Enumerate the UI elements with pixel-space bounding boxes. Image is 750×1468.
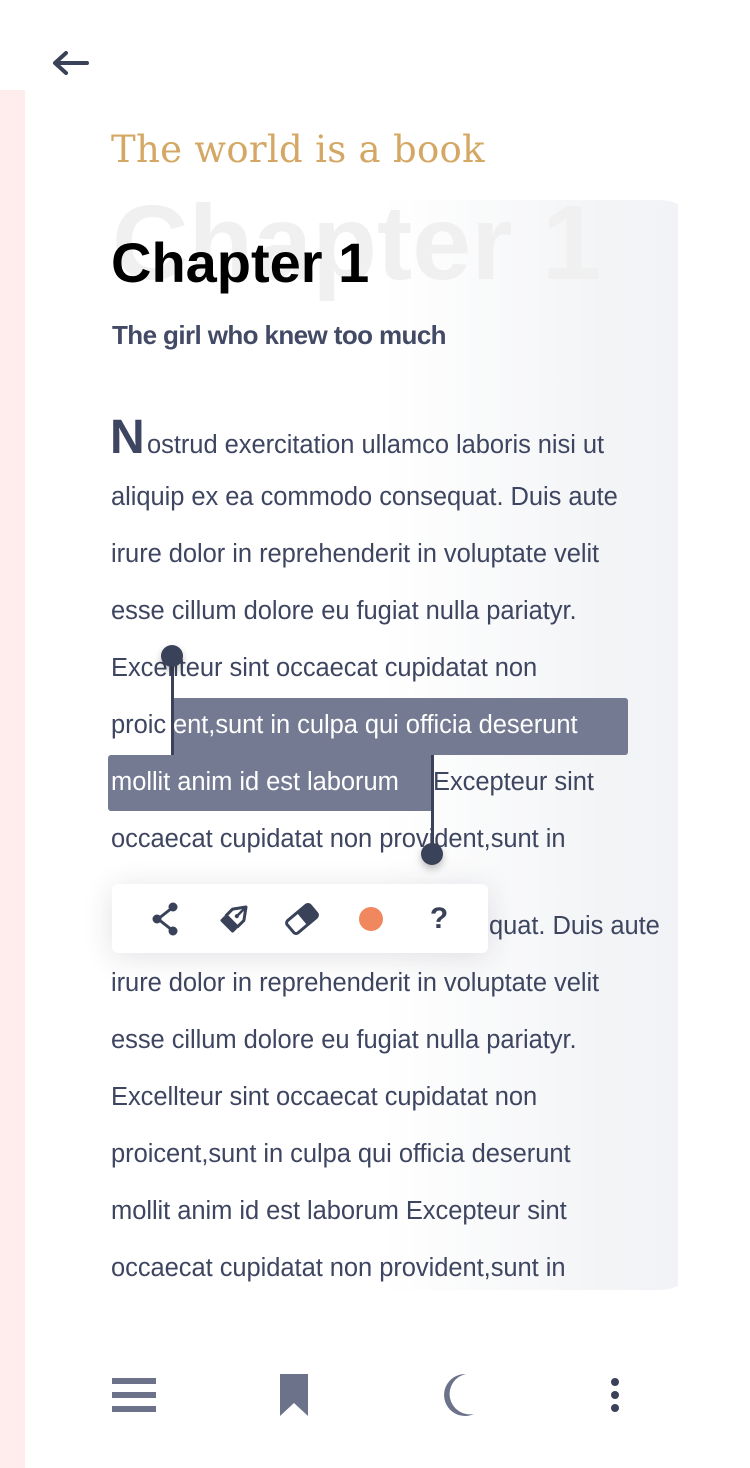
selected-text[interactable]: mollit anim id est laborum	[111, 765, 399, 799]
text-line[interactable]: irure dolor in reprehenderit in voluptat…	[111, 537, 599, 571]
text-line-prefix[interactable]: proic	[111, 708, 166, 742]
text-line[interactable]: Excellteur sint occaecat cupidatat non	[111, 1080, 537, 1114]
arrow-left-icon	[53, 51, 89, 75]
bookmark-icon	[280, 1374, 308, 1416]
text-line[interactable]: esse cillum dolore eu fugiat nulla paria…	[111, 594, 577, 628]
share-icon	[152, 902, 178, 935]
book-title: The world is a book	[111, 128, 485, 171]
question-icon: ?	[429, 901, 449, 935]
text-line[interactable]: proicent,sunt in culpa qui officia deser…	[111, 1137, 571, 1171]
share-button[interactable]	[135, 884, 195, 953]
highlight-color-swatch	[359, 906, 383, 931]
page-edge	[678, 195, 700, 1295]
selection-handle-end[interactable]	[421, 843, 443, 865]
eraser-icon	[285, 902, 319, 935]
selection-toolbar: ?	[112, 884, 488, 953]
night-mode-button[interactable]	[426, 1365, 486, 1425]
text-line[interactable]: mollit anim id est laborum Excepteur sin…	[111, 1194, 567, 1228]
text-line[interactable]: aliquip ex ea commodo consequat. Duis au…	[111, 480, 618, 514]
chapter-title: Chapter 1	[111, 231, 370, 294]
selection-handle-start-stem	[171, 660, 174, 755]
text-line-suffix[interactable]: Excepteur sint	[433, 765, 594, 799]
bottom-navigation	[25, 1340, 750, 1468]
text-line[interactable]: occaecat cupidatat non provident,sunt in	[111, 822, 566, 856]
menu-button[interactable]	[104, 1365, 164, 1425]
text-line[interactable]: occaecat cupidatat non provident,sunt in	[111, 1251, 566, 1285]
selection-handle-start[interactable]	[161, 645, 183, 667]
more-button[interactable]	[585, 1365, 645, 1425]
bookmark-button[interactable]	[264, 1365, 324, 1425]
eraser-button[interactable]	[272, 884, 332, 953]
text-line[interactable]: irure dolor in reprehenderit in voluptat…	[111, 966, 599, 1000]
text-line[interactable]: ostrud exercitation ullamco laboris nisi…	[147, 428, 604, 462]
back-button[interactable]	[46, 42, 94, 84]
drop-cap: N	[110, 411, 145, 464]
more-vertical-icon	[611, 1378, 619, 1412]
pen-icon	[220, 904, 248, 933]
text-line[interactable]: esse cillum dolore eu fugiat nulla paria…	[111, 1023, 577, 1057]
text-line-partial[interactable]: quat. Duis aute	[489, 909, 660, 943]
selected-text[interactable]: ent,sunt in culpa qui officia deserunt	[173, 708, 578, 742]
help-button[interactable]: ?	[409, 884, 469, 953]
highlight-color-button[interactable]	[341, 884, 401, 953]
chapter-subtitle: The girl who knew too much	[112, 320, 447, 350]
left-page-strip	[0, 90, 25, 1468]
moon-icon	[444, 1373, 474, 1416]
menu-icon	[112, 1378, 156, 1412]
pen-button[interactable]	[204, 884, 264, 953]
selection-handle-end-stem	[431, 755, 434, 850]
